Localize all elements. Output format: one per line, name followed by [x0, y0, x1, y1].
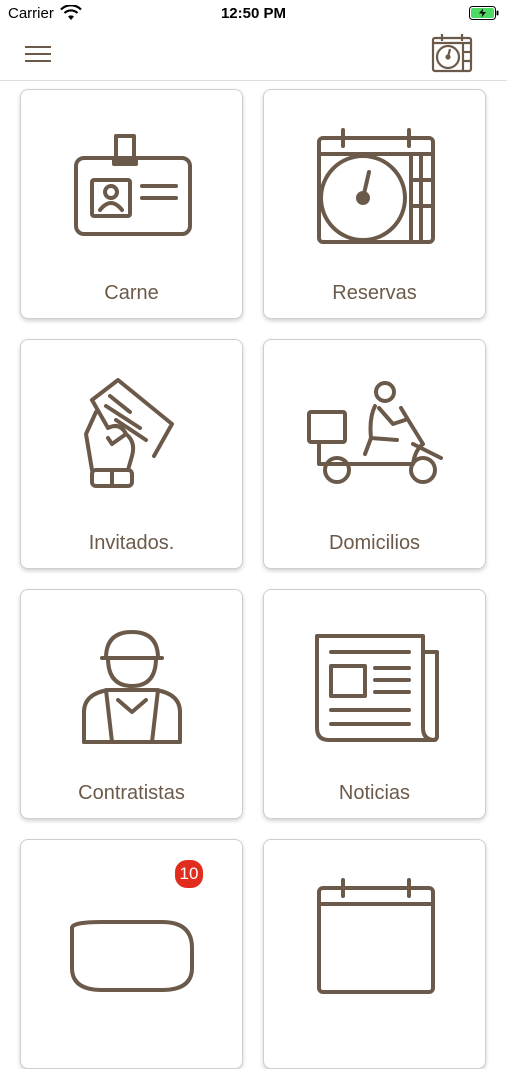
hand-ticket-icon [84, 378, 174, 488]
menu-button[interactable] [22, 41, 56, 67]
clock-time: 12:50 PM [220, 5, 287, 22]
status-bar: Carrier 12:50 PM [0, 0, 507, 28]
newspaper-icon [315, 634, 439, 742]
tile-label: Invitados. [88, 532, 175, 554]
tile-label: Contratistas [78, 782, 185, 804]
tile-messages[interactable]: 10 [20, 839, 243, 1069]
tile-label: Noticias [338, 782, 411, 804]
battery-icon [469, 6, 499, 20]
id-card-icon [74, 134, 192, 236]
tile-invitados[interactable]: Invitados. [20, 339, 243, 569]
notification-badge: 10 [173, 858, 205, 890]
calendar-clock-icon [317, 128, 435, 244]
tile-carne[interactable]: Carne [20, 89, 243, 319]
top-navigation-bar [0, 28, 507, 81]
chat-bubbles-icon [70, 920, 194, 992]
calendar-icon [317, 878, 435, 994]
tile-contratistas[interactable]: Contratistas [20, 589, 243, 819]
tile-calendar[interactable] [263, 839, 486, 1069]
tile-label: Carne [104, 282, 159, 304]
tile-label: Reservas [332, 282, 417, 304]
tile-noticias[interactable]: Noticias [263, 589, 486, 819]
tile-domicilios[interactable]: Domicilios [263, 339, 486, 569]
calendar-clock-button[interactable] [430, 31, 474, 75]
delivery-scooter-icon [307, 381, 443, 484]
worker-icon [82, 630, 182, 744]
menu-line-icon [25, 46, 51, 48]
menu-grid: Carne Reservas Invitados. Domicilios Con… [20, 89, 488, 1069]
menu-line-icon [25, 60, 51, 62]
tile-label: Domicilios [328, 532, 421, 554]
menu-line-icon [25, 53, 51, 55]
tile-reservas[interactable]: Reservas [263, 89, 486, 319]
